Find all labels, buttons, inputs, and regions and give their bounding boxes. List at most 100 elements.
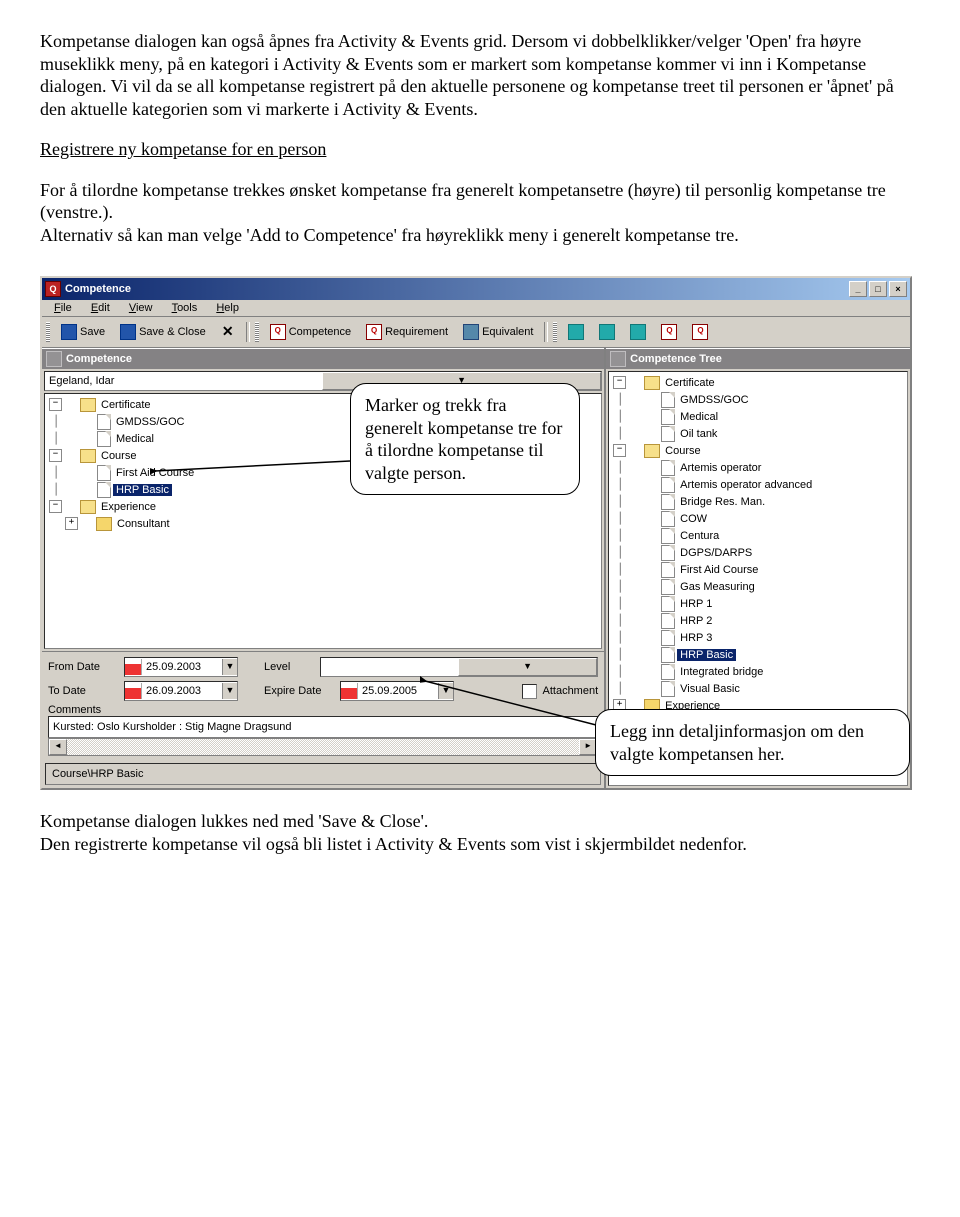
document-icon bbox=[661, 460, 675, 476]
horizontal-scrollbar[interactable]: ◄ ► bbox=[48, 738, 598, 756]
tool-icon bbox=[599, 324, 615, 340]
tool-button-2[interactable] bbox=[593, 320, 621, 344]
minimize-button[interactable]: _ bbox=[849, 281, 867, 297]
menu-help[interactable]: Help bbox=[208, 300, 247, 316]
requirement-button[interactable]: QRequirement bbox=[360, 320, 454, 344]
expire-date-input[interactable]: ▼ bbox=[340, 681, 454, 701]
document-icon bbox=[661, 664, 675, 680]
window-title: Competence bbox=[65, 283, 849, 295]
competence-icon: Q bbox=[270, 324, 286, 340]
requirement-icon: Q bbox=[366, 324, 382, 340]
document-icon bbox=[661, 579, 675, 595]
from-date-label: From Date bbox=[48, 661, 118, 673]
comments-label: Comments bbox=[48, 704, 598, 716]
chevron-down-icon[interactable]: ▼ bbox=[222, 659, 237, 675]
save-close-button[interactable]: Save & Close bbox=[114, 320, 212, 344]
document-icon bbox=[661, 528, 675, 544]
separator bbox=[544, 322, 548, 342]
menu-tools[interactable]: Tools bbox=[164, 300, 206, 316]
document-icon bbox=[97, 482, 111, 498]
chevron-down-icon[interactable]: ▼ bbox=[438, 683, 453, 699]
menu-view[interactable]: View bbox=[121, 300, 161, 316]
competence-button[interactable]: QCompetence bbox=[264, 320, 357, 344]
app-icon: Q bbox=[45, 281, 61, 297]
person-value: Egeland, Idar bbox=[45, 375, 322, 387]
document-icon bbox=[661, 596, 675, 612]
save-button[interactable]: Save bbox=[55, 320, 111, 344]
to-date-label: To Date bbox=[48, 685, 118, 697]
level-label: Level bbox=[264, 661, 314, 673]
expire-date-label: Expire Date bbox=[264, 685, 334, 697]
tool-button-5[interactable]: Q bbox=[686, 320, 714, 344]
equivalent-icon bbox=[463, 324, 479, 340]
titlebar: Q Competence _ □ × bbox=[42, 278, 910, 300]
status-bar: Course\HRP Basic bbox=[45, 763, 601, 785]
intro-paragraph: Kompetanse dialogen kan også åpnes fra A… bbox=[40, 30, 920, 120]
document-icon bbox=[661, 426, 675, 442]
left-pane-header: Competence bbox=[42, 348, 604, 369]
tool-icon: Q bbox=[692, 324, 708, 340]
body-text: Kompetanse dialogen lukkes ned med 'Save… bbox=[40, 811, 428, 831]
folder-icon bbox=[80, 449, 96, 463]
delete-icon: ✕ bbox=[221, 325, 235, 339]
to-date-input[interactable]: ▼ bbox=[124, 681, 238, 701]
selected-node: HRP Basic bbox=[113, 484, 172, 496]
selected-node: HRP Basic bbox=[677, 649, 736, 661]
comments-field[interactable]: Kursted: Oslo Kursholder : Stig Magne Dr… bbox=[48, 716, 598, 738]
menubar: File Edit View Tools Help bbox=[42, 300, 910, 317]
equivalent-button[interactable]: Equivalent bbox=[457, 320, 539, 344]
document-icon bbox=[661, 392, 675, 408]
tool-icon bbox=[568, 324, 584, 340]
folder-icon bbox=[644, 376, 660, 390]
document-icon bbox=[661, 647, 675, 663]
toolbar-grip bbox=[553, 322, 557, 342]
level-combo[interactable]: ▼ bbox=[320, 657, 598, 677]
details-panel: From Date ▼ Level ▼ To Date ▼ Expire Dat… bbox=[42, 651, 604, 760]
document-icon bbox=[661, 681, 675, 697]
toolbar-grip bbox=[255, 322, 259, 342]
document-icon bbox=[661, 477, 675, 493]
maximize-button[interactable]: □ bbox=[869, 281, 887, 297]
document-icon bbox=[97, 465, 111, 481]
tool-button-1[interactable] bbox=[562, 320, 590, 344]
disk-icon bbox=[120, 324, 136, 340]
tool-icon bbox=[630, 324, 646, 340]
toolbar: Save Save & Close ✕ QCompetence QRequire… bbox=[42, 317, 910, 348]
delete-button[interactable]: ✕ bbox=[215, 320, 241, 344]
calendar-icon bbox=[125, 683, 142, 699]
calendar-icon bbox=[125, 659, 142, 675]
document-icon bbox=[661, 613, 675, 629]
tool-button-4[interactable]: Q bbox=[655, 320, 683, 344]
document-icon bbox=[661, 511, 675, 527]
scroll-left-icon[interactable]: ◄ bbox=[49, 739, 67, 755]
separator bbox=[246, 322, 250, 342]
callout-drag-instruction: Marker og trekk fra generelt kompetanse … bbox=[350, 383, 580, 495]
menu-file[interactable]: File bbox=[46, 300, 80, 316]
body-text: Alternativ så kan man velge 'Add to Comp… bbox=[40, 225, 739, 245]
body-text: Den registrerte kompetanse vil også bli … bbox=[40, 834, 747, 854]
document-icon bbox=[661, 409, 675, 425]
document-icon bbox=[661, 494, 675, 510]
right-pane-header: Competence Tree bbox=[606, 348, 910, 369]
folder-icon bbox=[80, 398, 96, 412]
body-text: For å tilordne kompetanse trekkes ønsket… bbox=[40, 180, 886, 223]
chevron-down-icon[interactable]: ▼ bbox=[222, 683, 237, 699]
attachment-label: Attachment bbox=[543, 685, 599, 697]
close-button[interactable]: × bbox=[889, 281, 907, 297]
folder-icon bbox=[644, 444, 660, 458]
document-icon bbox=[97, 431, 111, 447]
callout-detail-instruction: Legg inn detaljinformasjon om den valgte… bbox=[595, 709, 910, 776]
tree-icon bbox=[610, 351, 626, 367]
from-date-input[interactable]: ▼ bbox=[124, 657, 238, 677]
calendar-icon bbox=[341, 683, 358, 699]
toolbar-grip bbox=[46, 322, 50, 342]
chevron-down-icon[interactable]: ▼ bbox=[458, 658, 597, 676]
document-icon bbox=[661, 630, 675, 646]
disk-icon bbox=[61, 324, 77, 340]
document-icon bbox=[97, 414, 111, 430]
menu-edit[interactable]: Edit bbox=[83, 300, 118, 316]
attachment-checkbox[interactable] bbox=[522, 684, 537, 699]
section-heading[interactable]: Registrere ny kompetanse for en person bbox=[40, 139, 326, 159]
tool-button-3[interactable] bbox=[624, 320, 652, 344]
folder-icon bbox=[96, 517, 112, 531]
